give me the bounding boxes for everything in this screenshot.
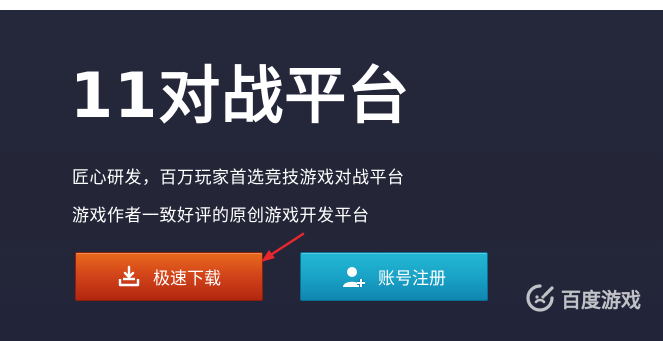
- baidu-game-logo-icon: [525, 283, 555, 313]
- page-title: 11对战平台: [70, 59, 411, 132]
- download-button[interactable]: 极速下载: [75, 252, 263, 301]
- download-tray-icon: [117, 265, 141, 289]
- download-button-label: 极速下载: [153, 269, 221, 289]
- add-user-icon: [342, 265, 366, 289]
- tagline-secondary: 游戏作者一致好评的原创游戏开发平台: [72, 206, 370, 226]
- baidu-game-watermark: 百度游戏: [525, 283, 641, 313]
- tagline-primary: 匠心研发，百万玩家首选竞技游戏对战平台: [72, 168, 405, 188]
- top-strip: [0, 0, 663, 10]
- pointer-arrow-icon: [255, 228, 315, 268]
- watermark-text: 百度游戏: [561, 287, 641, 312]
- register-button[interactable]: 账号注册: [300, 252, 488, 301]
- register-button-label: 账号注册: [378, 269, 446, 289]
